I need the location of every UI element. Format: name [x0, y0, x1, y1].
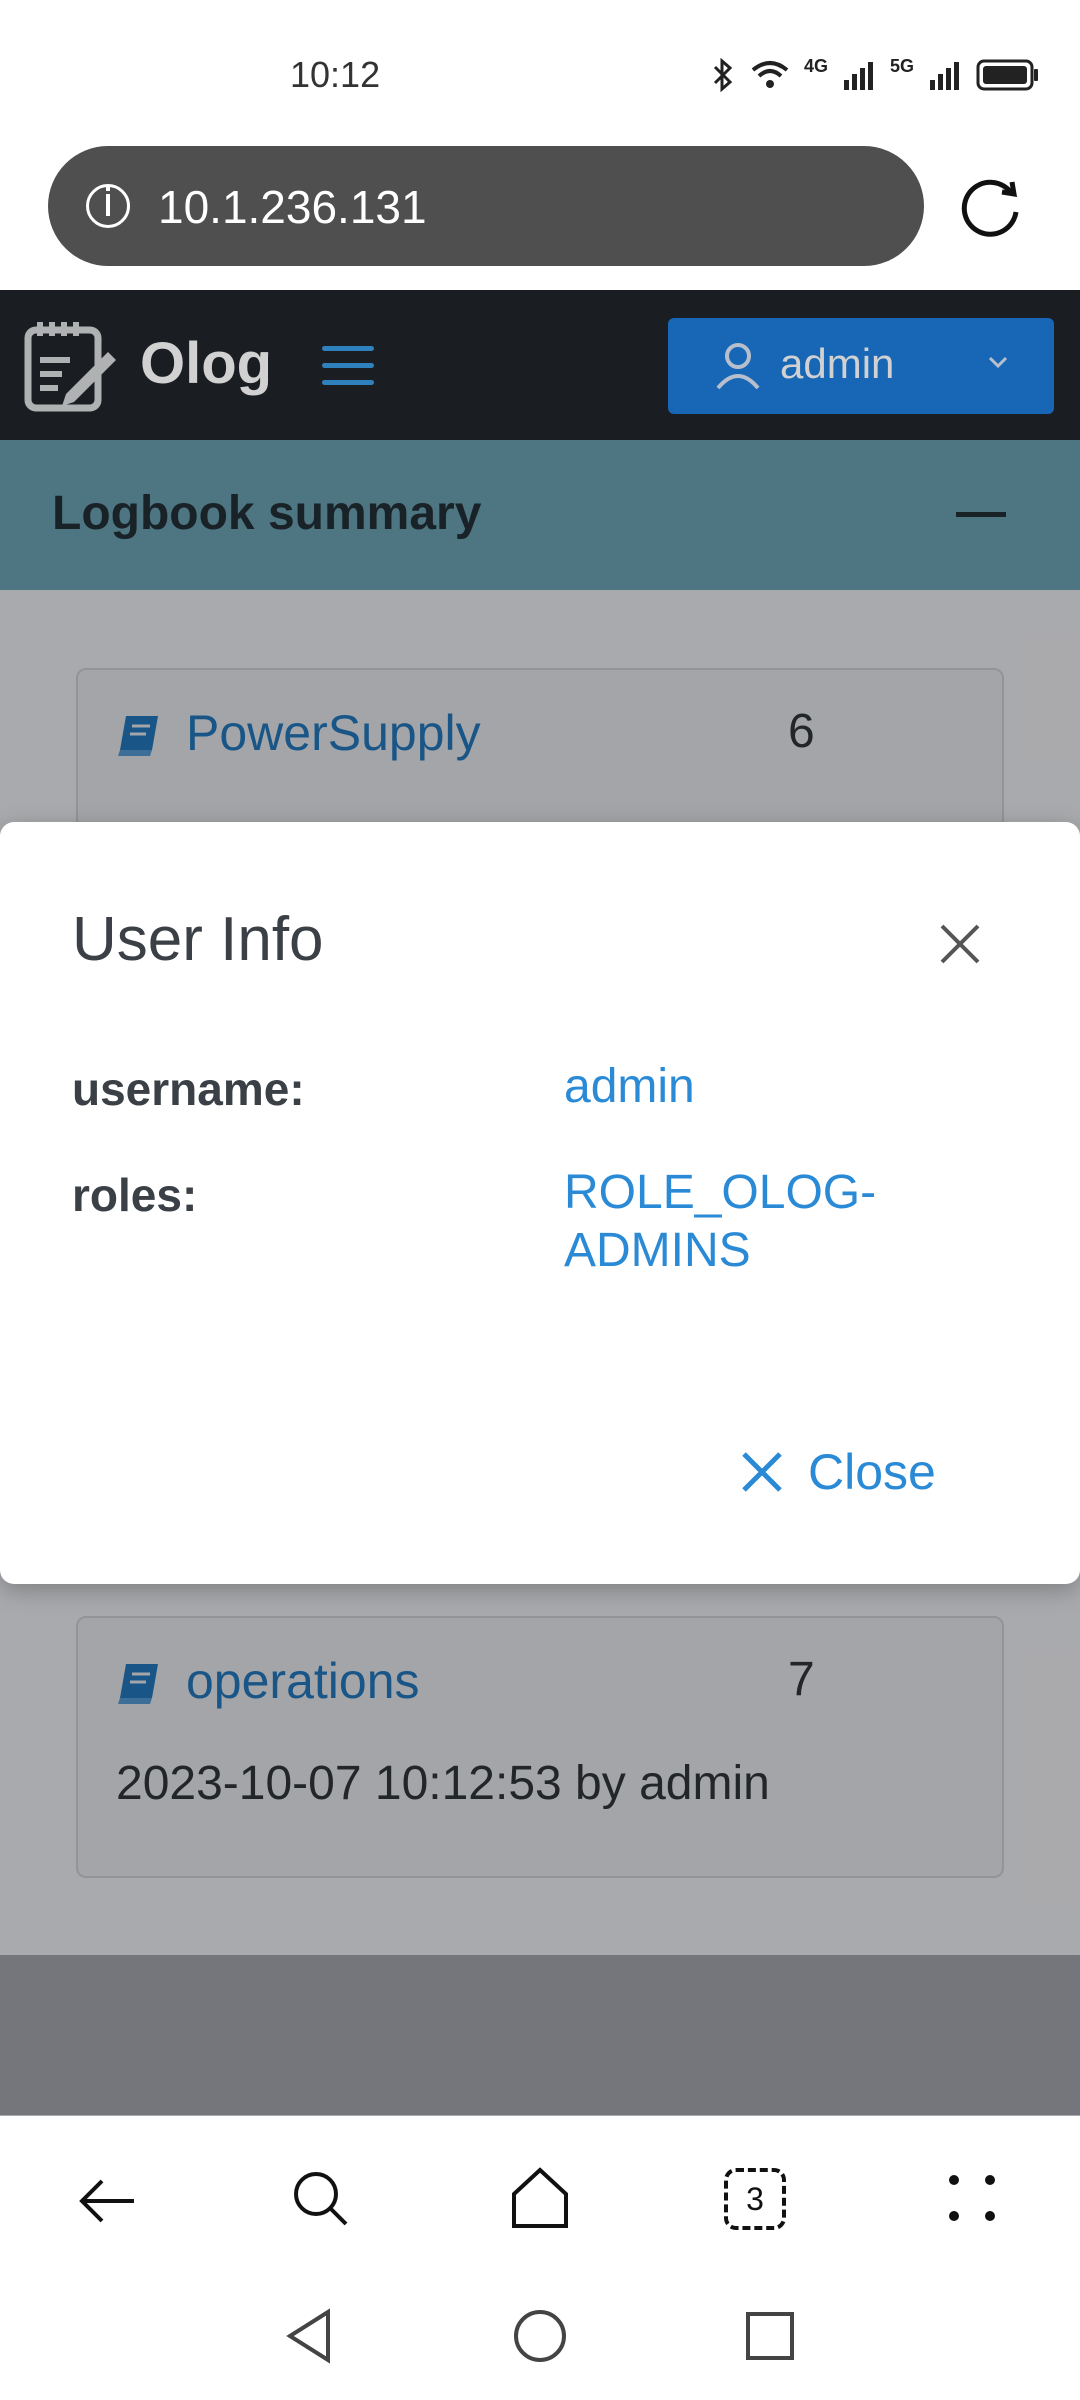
- nav-back-icon[interactable]: [284, 2308, 334, 2364]
- close-icon[interactable]: [934, 918, 986, 970]
- tabs-button[interactable]: 3: [724, 2168, 786, 2230]
- url-text[interactable]: 10.1.236.131: [158, 180, 427, 234]
- close-button-label: Close: [808, 1444, 936, 1500]
- roles-label: roles:: [72, 1169, 198, 1221]
- close-button[interactable]: Close: [740, 1422, 936, 1522]
- modal-title: User Info: [72, 905, 324, 974]
- tab-count: 3: [746, 2180, 764, 2217]
- more-options-icon[interactable]: [946, 2172, 998, 2224]
- status-icons: 4G 5G: [710, 56, 1040, 93]
- nav-recents-icon[interactable]: [744, 2310, 796, 2362]
- signal-1-icon: [843, 61, 873, 90]
- network-5g-label: 5G: [889, 56, 914, 76]
- username-value: admin: [564, 1060, 695, 1113]
- wifi-icon: [751, 60, 789, 88]
- address-bar[interactable]: 10.1.236.131: [48, 146, 924, 266]
- battery-icon: [976, 59, 1038, 90]
- signal-2-icon: [930, 61, 959, 90]
- user-info-modal: User Info username: admin roles: ROLE_OL…: [0, 822, 1080, 1584]
- nav-home-icon[interactable]: [512, 2308, 568, 2364]
- browser-toolbar: 3: [0, 2116, 1080, 2286]
- info-icon[interactable]: [86, 184, 130, 228]
- reload-icon[interactable]: [956, 172, 1026, 242]
- network-4g-label: 4G: [803, 56, 828, 76]
- status-bar: 10:12 4G 5G: [0, 0, 1080, 140]
- home-icon[interactable]: [508, 2164, 572, 2230]
- close-icon: [742, 1452, 782, 1492]
- bluetooth-icon: [713, 57, 733, 92]
- roles-value: ROLE_OLOG-ADMINS: [564, 1166, 877, 1277]
- system-navigation-bar: [0, 2286, 1080, 2400]
- status-time: 10:12: [290, 54, 381, 95]
- search-icon[interactable]: [290, 2168, 352, 2230]
- back-arrow-icon[interactable]: [76, 2170, 138, 2232]
- username-label: username:: [72, 1063, 305, 1115]
